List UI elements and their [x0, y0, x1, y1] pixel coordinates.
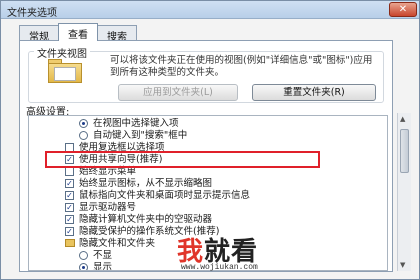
- list-item-label: 始终显示图标，从不显示缩略图: [79, 178, 213, 189]
- folder-options-window: 文件夹选项 ✕ 常规 查看 搜索 文件夹视图 可以将该文件夹正在使用的视图(例如…: [0, 0, 420, 280]
- list-item-label: 显示驱动器号: [79, 202, 137, 213]
- list-item-label: 自动键入到"搜索"框中: [93, 130, 188, 141]
- checkbox[interactable]: ✓: [65, 215, 74, 224]
- tab-search[interactable]: 搜索: [97, 25, 137, 43]
- list-item-label: 隐藏计算机文件夹中的空驱动器: [79, 214, 213, 225]
- close-button[interactable]: ✕: [389, 2, 417, 17]
- watermark-logo: 我就看 www.wojiukan.com: [177, 231, 317, 275]
- checkbox[interactable]: ✓: [65, 203, 74, 212]
- radio-button[interactable]: [79, 263, 88, 270]
- radio-button[interactable]: [79, 131, 88, 140]
- list-item[interactable]: ✓ 鼠标指向文件夹和桌面项时显示提示信息: [29, 190, 359, 201]
- list-item[interactable]: 自动键入到"搜索"框中: [29, 130, 359, 141]
- scroll-thumb[interactable]: [400, 129, 409, 173]
- folder-icon: [65, 239, 75, 247]
- list-item[interactable]: ✓ 隐藏计算机文件夹中的空驱动器: [29, 214, 359, 225]
- watermark-url: www.wojiukan.com: [181, 263, 258, 272]
- checkbox[interactable]: [65, 167, 74, 176]
- folder-icon: [48, 59, 82, 83]
- vertical-scrollbar[interactable]: ▲ ▼: [397, 113, 411, 271]
- list-item-label: 鼠标指向文件夹和桌面项时显示提示信息: [79, 190, 251, 201]
- scroll-down-icon[interactable]: ▼: [400, 261, 405, 269]
- list-item-label: 在视图中选择键入项: [93, 118, 179, 129]
- window-title: 文件夹选项: [7, 8, 57, 19]
- checkbox[interactable]: ✓: [65, 191, 74, 200]
- reset-folders-button[interactable]: 重置文件夹(R): [252, 84, 376, 101]
- list-item-label: 隐藏文件和文件夹: [79, 238, 156, 249]
- radio-button[interactable]: [79, 251, 88, 260]
- tab-strip: 常规 查看 搜索: [19, 23, 137, 43]
- folder-views-description: 可以将该文件夹正在使用的视图(例如"详细信息"或"图标")应用到所有这种类型的文…: [110, 55, 373, 78]
- list-item-label: 显示: [93, 262, 113, 271]
- list-item[interactable]: ✓ 显示驱动器号: [29, 202, 359, 213]
- radio-button[interactable]: [79, 119, 88, 128]
- list-item[interactable]: ✓ 始终显示图标，从不显示缩略图: [29, 178, 359, 189]
- list-item[interactable]: 在视图中选择键入项: [29, 118, 359, 129]
- tab-general[interactable]: 常规: [19, 25, 59, 43]
- folder-views-label: 文件夹视图: [34, 45, 90, 60]
- scroll-up-icon[interactable]: ▲: [400, 115, 405, 123]
- apply-to-folders-button[interactable]: 应用到文件夹(L): [118, 84, 238, 101]
- title-bar: 文件夹选项 ✕: [1, 1, 419, 19]
- highlight-box: [45, 151, 320, 168]
- checkbox[interactable]: ✓: [65, 227, 74, 236]
- checkbox[interactable]: ✓: [65, 179, 74, 188]
- tab-view[interactable]: 查看: [58, 23, 98, 41]
- list-item-label: 不显: [93, 250, 113, 261]
